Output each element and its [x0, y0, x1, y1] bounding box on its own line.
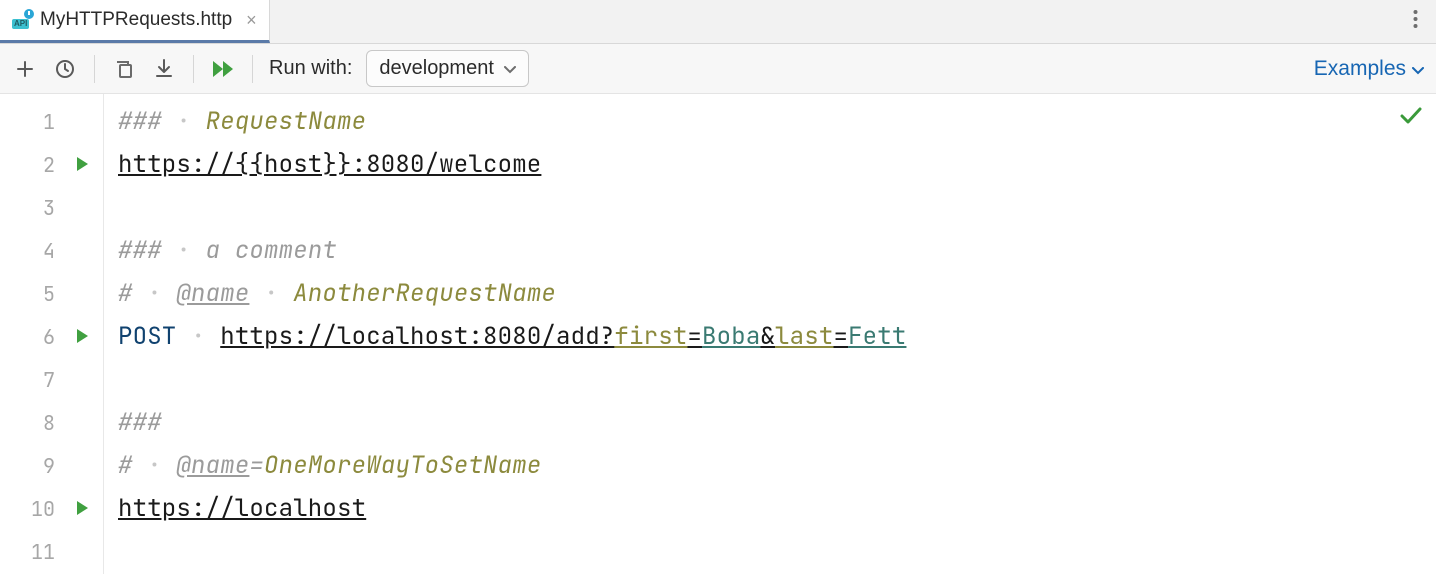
separator [193, 55, 194, 83]
line-number: 3 [0, 186, 103, 229]
run-gutter-icon[interactable] [75, 324, 89, 350]
code-line [118, 358, 1436, 401]
copy-button[interactable] [111, 56, 137, 82]
examples-label: Examples [1314, 57, 1406, 81]
separator [94, 55, 95, 83]
line-number: 4 [0, 229, 103, 272]
line-number: 1 [0, 100, 103, 143]
separator [252, 55, 253, 83]
code-line: https://{{host}}:8080/welcome [118, 143, 1436, 186]
inspection-ok-icon[interactable] [1400, 102, 1422, 133]
close-tab-icon[interactable]: × [246, 10, 257, 31]
import-button[interactable] [151, 56, 177, 82]
line-number: 2 [0, 143, 103, 186]
code-line: https://localhost [118, 487, 1436, 530]
http-file-icon: API [12, 10, 32, 30]
code-line [118, 186, 1436, 229]
line-number: 5 [0, 272, 103, 315]
environment-selected: development [379, 57, 494, 80]
code-line: # · @name=OneMoreWayToSetName [118, 444, 1436, 487]
line-number: 11 [0, 530, 103, 573]
editor: 1 2 3 4 5 6 7 8 9 10 11 ### · RequestNam… [0, 94, 1436, 574]
history-button[interactable] [52, 56, 78, 82]
tab-filename: MyHTTPRequests.http [40, 9, 232, 31]
tab-options-icon[interactable] [1395, 9, 1436, 35]
file-tab[interactable]: API MyHTTPRequests.http × [0, 0, 270, 43]
line-number: 6 [0, 315, 103, 358]
line-number: 9 [0, 444, 103, 487]
http-client-toolbar: Run with: development Examples [0, 44, 1436, 94]
tab-bar: API MyHTTPRequests.http × [0, 0, 1436, 44]
code-line: ### · a comment [118, 229, 1436, 272]
add-request-button[interactable] [12, 56, 38, 82]
code-line: ### · RequestName [118, 100, 1436, 143]
line-number: 10 [0, 487, 103, 530]
run-gutter-icon[interactable] [75, 496, 89, 522]
code-line: ### [118, 401, 1436, 444]
chevron-down-icon [504, 57, 516, 80]
code-area[interactable]: ### · RequestName https://{{host}}:8080/… [104, 94, 1436, 574]
line-number: 7 [0, 358, 103, 401]
code-line: # · @name · AnotherRequestName [118, 272, 1436, 315]
chevron-down-icon [1412, 57, 1424, 81]
gutter: 1 2 3 4 5 6 7 8 9 10 11 [0, 94, 104, 574]
line-number: 8 [0, 401, 103, 444]
run-all-button[interactable] [210, 56, 236, 82]
run-gutter-icon[interactable] [75, 152, 89, 178]
code-line [118, 530, 1436, 573]
examples-link[interactable]: Examples [1314, 57, 1424, 81]
environment-dropdown[interactable]: development [366, 50, 529, 87]
code-line: POST · https://localhost:8080/add?first=… [118, 315, 1436, 358]
run-with-label: Run with: [269, 57, 352, 80]
